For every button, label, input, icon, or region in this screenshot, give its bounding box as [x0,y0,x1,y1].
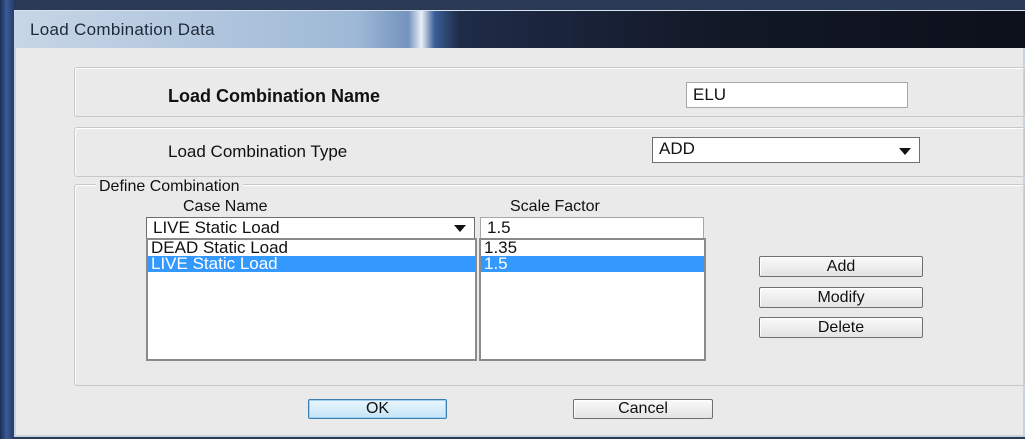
combination-type-value: ADD [659,139,695,158]
window-title: Load Combination Data [30,20,215,39]
case-name-cell: LIVE Static Load [151,254,278,273]
delete-button[interactable]: Delete [759,317,923,338]
add-button[interactable]: Add [759,256,923,277]
case-name-list[interactable]: DEAD Static Load LIVE Static Load [146,238,477,361]
chevron-down-icon [454,225,466,232]
case-name-select[interactable]: LIVE Static Load [146,217,475,239]
scale-factor-list[interactable]: 1.35 1.5 [479,238,706,361]
combination-type-label: Load Combination Type [168,142,348,161]
dialog-client-area: Load Combination Name ELU Load Combinati… [14,48,1025,437]
chevron-down-icon [899,148,911,155]
list-item[interactable]: 1.5 [481,254,704,273]
ok-button[interactable]: OK [308,399,447,419]
combination-name-input[interactable]: ELU [686,82,908,108]
cancel-button[interactable]: Cancel [573,399,713,419]
load-combination-dialog: Load Combination Data Load Combination N… [0,0,1025,439]
combination-name-label: Load Combination Name [168,86,381,106]
case-name-select-value: LIVE Static Load [153,218,280,237]
combination-type-select[interactable]: ADD [652,137,920,163]
case-name-header: Case Name [183,198,268,215]
scale-factor-header: Scale Factor [510,198,600,215]
scale-factor-cell: 1.5 [484,254,508,273]
define-combination-legend: Define Combination [96,178,243,196]
scale-factor-input[interactable]: 1.5 [480,217,704,239]
list-item[interactable]: 1.35 [481,240,704,256]
list-item[interactable]: LIVE Static Load [148,254,475,273]
title-bar[interactable]: Load Combination Data [14,10,1025,49]
modify-button[interactable]: Modify [759,287,923,308]
